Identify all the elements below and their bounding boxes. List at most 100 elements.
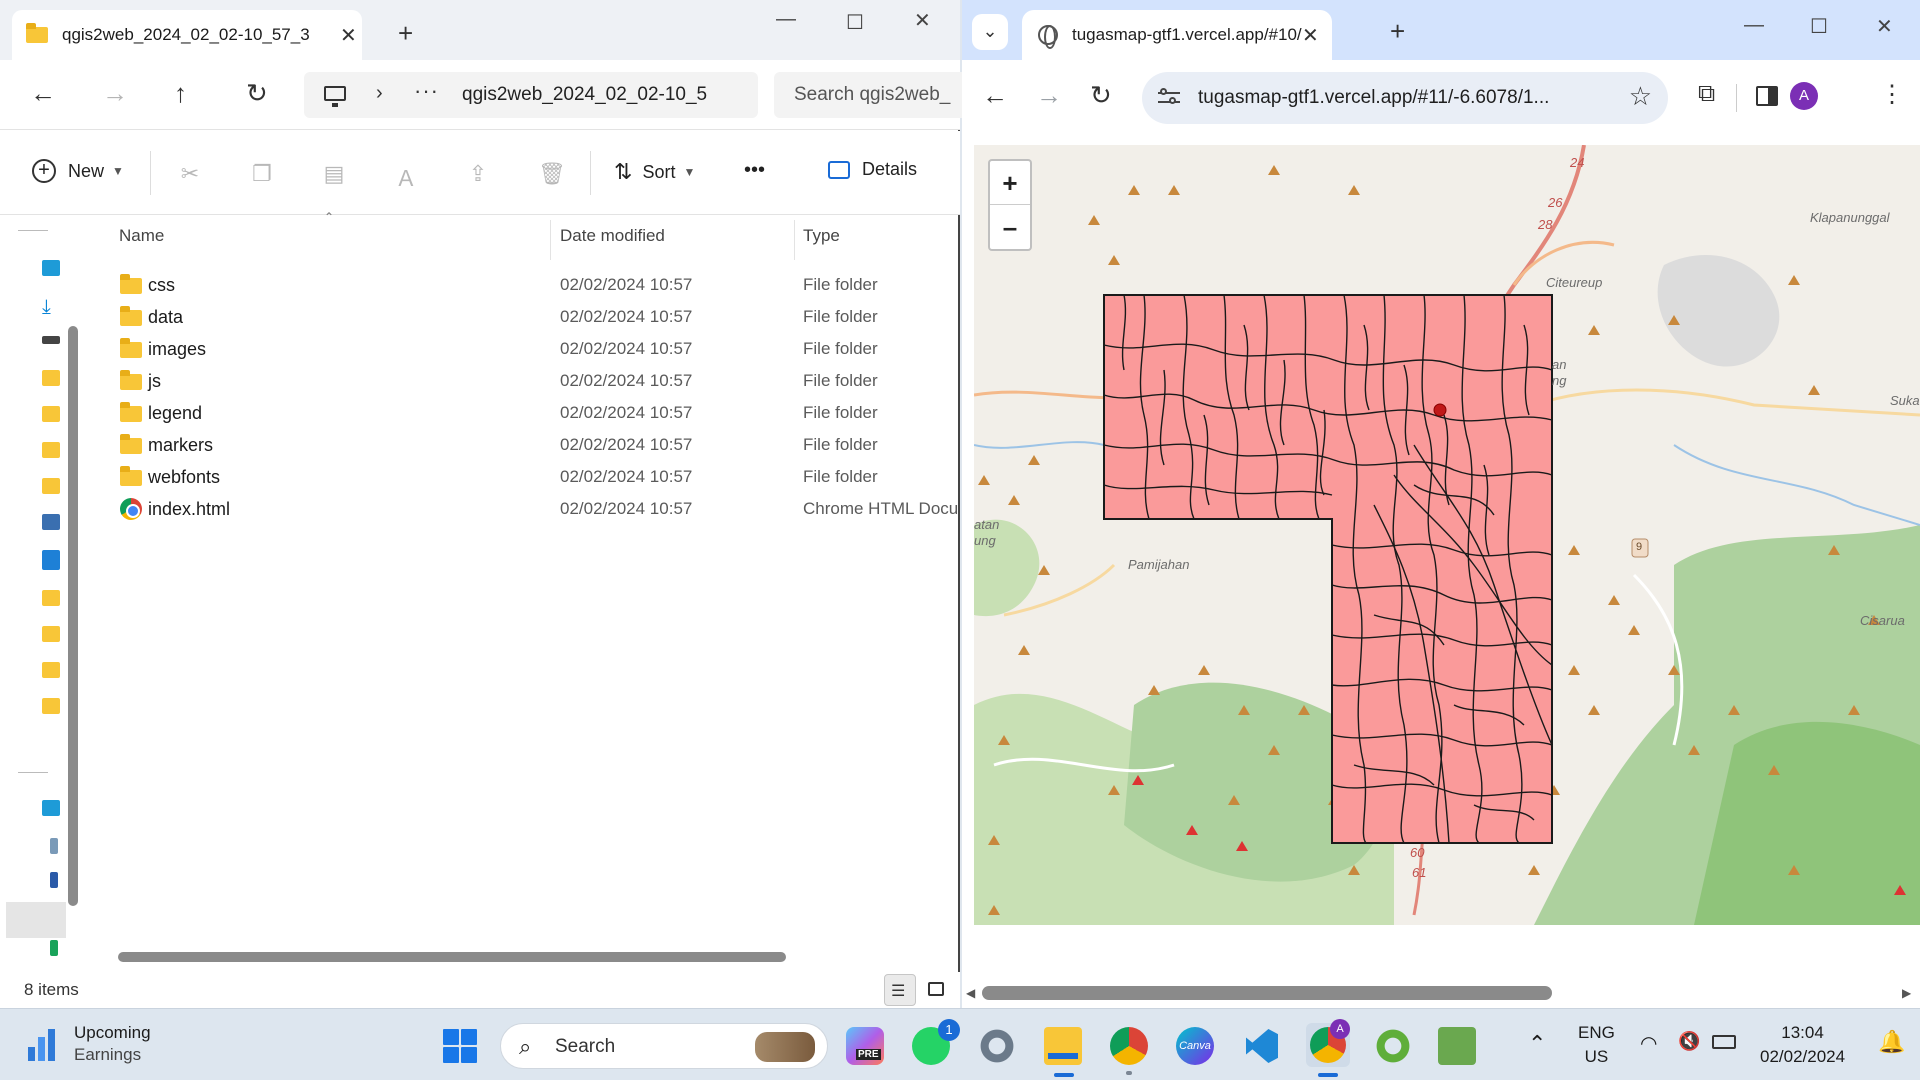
web-map[interactable]: + – Klapanunggal Citeureup Pamijahan Cis… — [974, 145, 1920, 925]
side-panel-icon[interactable] — [1756, 86, 1778, 106]
minimize-button[interactable]: — — [776, 8, 796, 31]
file-row[interactable]: legend 02/02/2024 10:57 File folder — [92, 396, 960, 428]
folder-icon[interactable] — [42, 626, 60, 642]
speaker-muted-icon[interactable]: 🔇 — [1678, 1031, 1700, 1052]
close-tab-icon[interactable]: ✕ — [1302, 23, 1319, 48]
search-input[interactable]: Search qgis2web_ — [774, 72, 974, 118]
file-row[interactable]: images 02/02/2024 10:57 File folder — [92, 332, 960, 364]
linux-icon[interactable] — [50, 940, 58, 956]
folder-icon[interactable] — [42, 590, 60, 606]
close-window-button[interactable]: ✕ — [914, 8, 931, 33]
tab-search-button[interactable]: ⌄ — [972, 14, 1008, 50]
scroll-left-arrow[interactable]: ◀ — [966, 986, 975, 1000]
folder-icon[interactable] — [42, 662, 60, 678]
address-box[interactable]: › ··· qgis2web_2024_02_02-10_5 — [304, 72, 758, 118]
new-tab-button[interactable]: + — [398, 18, 413, 49]
notification-bell-icon[interactable]: 🔔 — [1878, 1029, 1905, 1055]
clock[interactable]: 13:04 02/02/2024 — [1760, 1023, 1845, 1067]
delete-icon[interactable]: 🗑 — [538, 161, 566, 186]
input-language[interactable]: ENG US — [1578, 1023, 1615, 1067]
column-divider[interactable] — [550, 220, 551, 260]
drive-icon[interactable] — [50, 872, 58, 888]
more-path-icon[interactable]: ··· — [414, 78, 439, 104]
address-bar[interactable]: tugasmap-gtf1.vercel.app/#11/-6.6078/1..… — [1142, 72, 1668, 124]
refresh-button[interactable]: ↻ — [246, 78, 268, 109]
chrome-tab[interactable]: tugasmap-gtf1.vercel.app/#10/ ✕ — [1022, 10, 1332, 60]
explorer-tab[interactable]: qgis2web_2024_02_02-10_57_3 ✕ — [12, 10, 362, 60]
folder-icon[interactable] — [42, 442, 60, 458]
qgis-document-icon[interactable] — [1438, 1027, 1476, 1065]
column-header-date[interactable]: Date modified — [560, 226, 665, 246]
this-pc-icon[interactable] — [42, 800, 60, 816]
file-row[interactable]: webfonts 02/02/2024 10:57 File folder — [92, 460, 960, 492]
wifi-icon[interactable]: ◠ — [1640, 1031, 1657, 1056]
file-row[interactable]: markers 02/02/2024 10:57 File folder — [92, 428, 960, 460]
back-button[interactable]: ← — [982, 80, 1008, 111]
copilot-icon[interactable]: PRE — [846, 1027, 884, 1065]
horizontal-scrollbar[interactable] — [118, 952, 786, 962]
settings-gear-icon[interactable] — [978, 1027, 1016, 1065]
column-header-name[interactable]: Name — [119, 226, 164, 246]
taskbar-search[interactable]: ⌕ Search — [500, 1023, 828, 1069]
horizontal-scrollbar[interactable] — [982, 986, 1552, 1000]
start-button[interactable] — [443, 1029, 477, 1063]
bookmark-star-icon[interactable]: ☆ — [1629, 81, 1652, 112]
profile-avatar[interactable]: A — [1790, 82, 1818, 110]
chrome-profile-icon[interactable] — [1110, 1027, 1148, 1065]
share-icon[interactable]: ⇪ — [466, 161, 490, 186]
show-hidden-icons-button[interactable]: ⌃ — [1528, 1031, 1546, 1057]
back-button[interactable]: ← — [30, 78, 56, 109]
pictures-icon[interactable] — [42, 550, 60, 570]
up-button[interactable]: ↑ — [174, 78, 187, 109]
reload-button[interactable]: ↻ — [1090, 80, 1112, 111]
column-header-type[interactable]: Type — [803, 226, 840, 246]
battery-icon[interactable] — [1712, 1035, 1736, 1049]
network-icon[interactable] — [50, 838, 58, 854]
more-options-button[interactable]: ••• — [744, 159, 765, 182]
downloads-icon[interactable]: ⤓ — [42, 296, 60, 318]
widgets-button[interactable]: Upcoming Earnings — [28, 1023, 151, 1065]
file-row[interactable]: index.html 02/02/2024 10:57 Chrome HTML Do… — [92, 492, 960, 524]
new-button[interactable]: + New ▼ — [32, 159, 124, 183]
selected-nav-item[interactable] — [6, 902, 66, 938]
close-window-button[interactable]: ✕ — [1876, 14, 1893, 39]
zoom-in-button[interactable]: + — [990, 161, 1030, 205]
tiles-view-button[interactable] — [920, 974, 952, 1006]
copy-icon[interactable]: ❐ — [250, 161, 274, 186]
forward-button[interactable]: → — [1036, 80, 1062, 111]
menu-kebab-icon[interactable]: ⋮ — [1880, 80, 1904, 109]
forward-button[interactable]: → — [102, 78, 128, 109]
folder-icon[interactable] — [42, 698, 60, 714]
drive-icon[interactable] — [42, 336, 60, 344]
apps-icon[interactable] — [42, 514, 60, 530]
minimize-button[interactable]: — — [1744, 14, 1764, 37]
qgis-icon[interactable] — [1374, 1027, 1412, 1065]
sort-button[interactable]: ⇅ Sort ▼ — [614, 159, 695, 185]
scroll-right-arrow[interactable]: ▶ — [1902, 986, 1911, 1000]
file-explorer-taskbar-icon[interactable] — [1044, 1027, 1082, 1065]
extensions-icon[interactable]: ⧉ — [1698, 80, 1715, 108]
vscode-icon[interactable] — [1242, 1027, 1280, 1065]
close-tab-icon[interactable]: ✕ — [340, 23, 357, 48]
cut-icon[interactable]: ✂ — [178, 161, 202, 186]
site-info-icon[interactable] — [1158, 86, 1180, 108]
column-divider[interactable] — [794, 220, 795, 260]
details-button[interactable]: Details — [828, 159, 917, 180]
chevron-right-icon[interactable]: › — [376, 82, 383, 105]
rename-icon[interactable]: Ａ — [394, 161, 418, 191]
file-row[interactable]: css 02/02/2024 10:57 File folder — [92, 268, 960, 300]
new-tab-button[interactable]: + — [1390, 16, 1405, 47]
nav-scrollbar[interactable] — [68, 326, 78, 906]
folder-icon[interactable] — [42, 406, 60, 422]
folder-icon[interactable] — [42, 370, 60, 386]
paste-icon[interactable]: ▤ — [322, 161, 346, 186]
folder-icon[interactable] — [42, 478, 60, 494]
file-row[interactable]: data 02/02/2024 10:57 File folder — [92, 300, 960, 332]
maximize-button[interactable]: ☐ — [1810, 14, 1828, 39]
location-marker[interactable] — [1433, 403, 1447, 417]
whatsapp-icon[interactable]: 1 — [912, 1019, 960, 1065]
maximize-button[interactable]: ☐ — [846, 10, 864, 35]
chrome-active-button[interactable]: A — [1306, 1019, 1350, 1067]
map-canvas[interactable] — [974, 145, 1920, 925]
details-view-button[interactable]: ☰ — [884, 974, 916, 1006]
